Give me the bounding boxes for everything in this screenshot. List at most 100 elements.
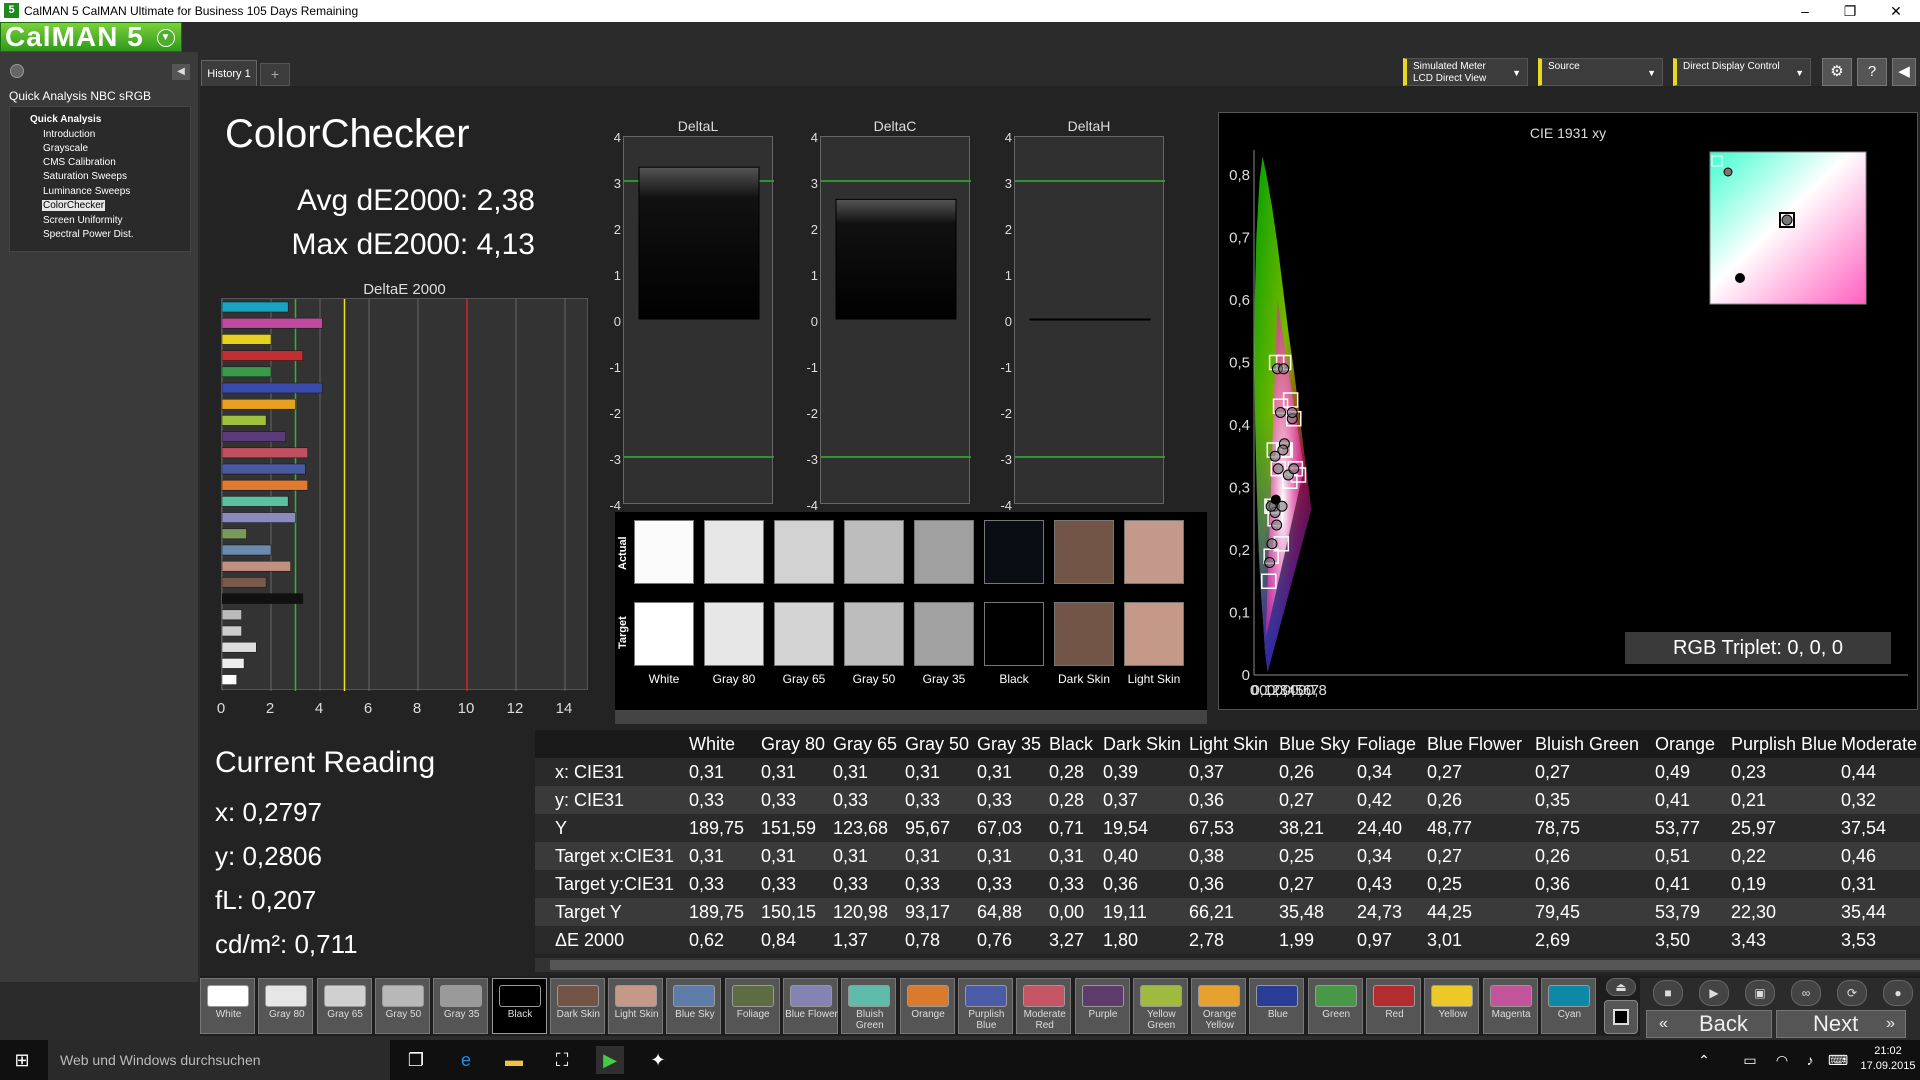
patch-button[interactable]: Magenta	[1482, 978, 1538, 1034]
sidebar-item-colorchecker[interactable]: ColorChecker	[42, 200, 106, 211]
meter-selector[interactable]: Simulated Meter LCD Direct View ▼	[1403, 58, 1528, 86]
display-control-selector[interactable]: Direct Display Control ▼	[1673, 58, 1811, 86]
deltae-bar[interactable]	[221, 382, 323, 394]
store-icon[interactable]: ⛶	[548, 1046, 576, 1074]
next-button[interactable]: Next »	[1776, 1010, 1906, 1038]
tab-history-1[interactable]: History 1	[201, 60, 257, 86]
loop-icon[interactable]: ∞	[1791, 980, 1821, 1006]
deltae-bar[interactable]	[221, 593, 304, 604]
deltae-bar[interactable]	[221, 334, 272, 345]
patch-button[interactable]: Green	[1307, 978, 1363, 1034]
patch-button[interactable]: Gray 65	[316, 978, 372, 1034]
deltae-bar[interactable]	[221, 528, 247, 540]
patch-button[interactable]: Purplish Blue	[957, 978, 1013, 1034]
file-explorer-icon[interactable]: ▬	[500, 1046, 528, 1074]
sidebar-item-grayscale[interactable]: Grayscale	[42, 143, 89, 154]
patch-button[interactable]: Foliage	[724, 978, 780, 1034]
patch-button[interactable]: Gray 80	[258, 978, 314, 1034]
app-taskbar-icon[interactable]: ✦	[644, 1046, 672, 1074]
collapse-right-icon[interactable]: ◀	[1892, 58, 1916, 86]
deltae-chart-title: DeltaE 2000	[363, 281, 446, 298]
taskbar-clock[interactable]: 21:02 17.09.2015	[1858, 1044, 1918, 1074]
add-tab-button[interactable]: +	[260, 63, 290, 86]
deltae-bar[interactable]	[221, 447, 308, 459]
stop-button[interactable]	[1604, 1000, 1638, 1034]
patch-button[interactable]: Dark Skin	[549, 978, 605, 1034]
patch-button[interactable]: Blue Sky	[666, 978, 722, 1034]
calman-taskbar-icon[interactable]: ▶	[596, 1046, 624, 1074]
patch-button[interactable]: Yellow	[1424, 978, 1480, 1034]
sidebar-item-saturation-sweeps[interactable]: Saturation Sweeps	[42, 171, 128, 182]
patch-button[interactable]: Blue	[1249, 978, 1305, 1034]
deltae-bar[interactable]	[221, 317, 323, 329]
deltae-bar[interactable]	[221, 625, 242, 637]
circle-icon[interactable]	[10, 64, 24, 78]
deltae-bar[interactable]	[221, 544, 272, 556]
collapse-sidebar-button[interactable]: ◀	[172, 64, 190, 80]
sidebar-item-screen-uniformity[interactable]: Screen Uniformity	[42, 215, 123, 226]
play-icon[interactable]: ▶	[1699, 980, 1729, 1006]
deltae-bar[interactable]	[221, 366, 272, 378]
patch-button[interactable]: Cyan	[1540, 978, 1596, 1034]
deltae-bar[interactable]	[221, 577, 267, 588]
deltae-bar[interactable]	[221, 398, 296, 410]
deltae-bar[interactable]	[221, 463, 306, 475]
calman-logo[interactable]: CalMAN 5 ▼	[0, 22, 182, 52]
sidebar-item-cms-calibration[interactable]: CMS Calibration	[42, 157, 117, 168]
deltae-bar[interactable]	[221, 496, 289, 507]
patch-button[interactable]: Light Skin	[608, 978, 664, 1034]
source-selector[interactable]: Source ▼	[1538, 58, 1663, 86]
task-view-icon[interactable]: ❐	[402, 1046, 430, 1074]
deltae-bar[interactable]	[221, 609, 242, 621]
minimize-button[interactable]: –	[1785, 0, 1825, 22]
deltae-bar[interactable]	[221, 674, 237, 685]
patch-button[interactable]: Bluish Green	[841, 978, 897, 1034]
patch-button[interactable]: Moderate Red	[1016, 978, 1072, 1034]
deltae-bar[interactable]	[221, 512, 296, 523]
restore-button[interactable]: ❐	[1830, 0, 1870, 22]
table-scrollbar[interactable]	[535, 958, 1920, 972]
patch-button[interactable]: Purple	[1074, 978, 1130, 1034]
deltae-bar[interactable]	[221, 658, 245, 669]
deltae-bar[interactable]	[221, 350, 304, 361]
input-method-icon[interactable]: ⌨	[1824, 1046, 1852, 1074]
stop-measure-icon[interactable]: ■	[1653, 980, 1683, 1006]
edge-browser-icon[interactable]: e	[452, 1046, 480, 1074]
swatch-scrollbar[interactable]	[615, 710, 1207, 724]
tree-group-quick-analysis[interactable]: Quick Analysis	[30, 114, 101, 125]
volume-icon[interactable]: ♪	[1796, 1046, 1824, 1074]
back-button[interactable]: « Back	[1646, 1010, 1772, 1038]
patch-button[interactable]: Orange Yellow	[1191, 978, 1247, 1034]
help-icon[interactable]: ?	[1857, 58, 1887, 86]
settings-gear-icon[interactable]: ⚙	[1822, 58, 1852, 86]
deltae-bar[interactable]	[221, 479, 308, 491]
patch-button[interactable]: White	[200, 978, 255, 1034]
deltae-bar[interactable]	[221, 641, 257, 653]
battery-icon[interactable]: ▭	[1736, 1046, 1764, 1074]
patch-button[interactable]: Orange	[899, 978, 955, 1034]
record-icon[interactable]: ●	[1883, 980, 1913, 1006]
taskbar-search[interactable]: Web und Windows durchsuchen	[48, 1040, 390, 1080]
patch-button[interactable]: Black	[491, 978, 547, 1034]
save-icon[interactable]: ▣	[1745, 980, 1775, 1006]
table-scroll-thumb[interactable]	[550, 960, 1920, 970]
patch-button[interactable]: Yellow Green	[1132, 978, 1188, 1034]
sidebar-item-spectral-power[interactable]: Spectral Power Dist.	[42, 229, 135, 240]
sidebar-item-luminance-sweeps[interactable]: Luminance Sweeps	[42, 186, 131, 197]
show-hidden-icons[interactable]: ⌃	[1690, 1046, 1718, 1074]
deltae-bar[interactable]	[221, 431, 286, 442]
eject-icon[interactable]: ⏏	[1606, 978, 1636, 996]
refresh-icon[interactable]: ⟳	[1837, 980, 1867, 1006]
close-button[interactable]: ✕	[1876, 0, 1916, 22]
wifi-icon[interactable]: ◠	[1768, 1046, 1796, 1074]
patch-button[interactable]: Red	[1366, 978, 1421, 1034]
deltae-bar[interactable]	[221, 415, 267, 426]
patch-button[interactable]: Gray 50	[374, 978, 430, 1034]
deltae-bar[interactable]	[221, 301, 289, 313]
patch-button[interactable]: Gray 35	[433, 978, 489, 1034]
sidebar-item-introduction[interactable]: Introduction	[42, 129, 96, 140]
patch-button[interactable]: Blue Flower	[783, 978, 838, 1034]
chevron-down-icon[interactable]: ▼	[157, 29, 175, 47]
windows-start-icon[interactable]: ⊞	[8, 1046, 36, 1074]
deltae-bar[interactable]	[221, 560, 291, 572]
